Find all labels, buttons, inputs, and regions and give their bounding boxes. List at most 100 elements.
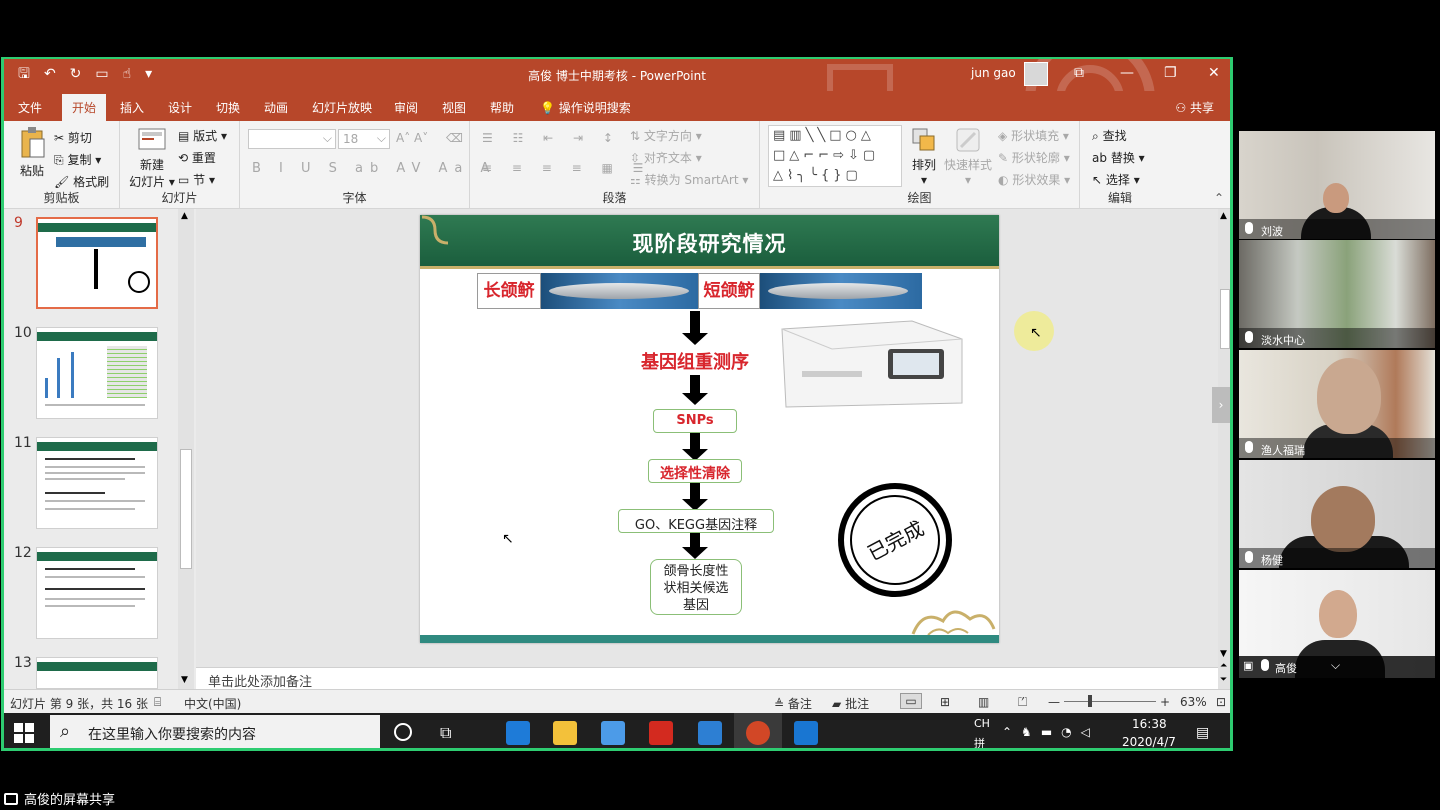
scrollbar-thumb[interactable] [180, 449, 192, 569]
mail-icon[interactable] [698, 721, 722, 745]
file-explorer-icon[interactable] [553, 721, 577, 745]
restore-button[interactable]: ❐ [1164, 65, 1177, 81]
zoom-slider-thumb[interactable] [1088, 695, 1092, 707]
microphone-icon[interactable] [1245, 331, 1253, 343]
tab-help[interactable]: 帮助 [490, 99, 514, 116]
shape-fill-button[interactable]: ◈ 形状填充 ▾ [998, 127, 1069, 144]
new-slide-button[interactable]: 新建 幻灯片 ▾ [128, 125, 176, 190]
align-buttons[interactable]: ≡ ≡ ≡ ≡ ▦ ☰ [482, 161, 651, 175]
spellcheck-icon[interactable]: ⌸ [154, 695, 161, 710]
expand-panel-icon[interactable]: › [1212, 387, 1230, 423]
clear-format-icon[interactable]: ⌫ [446, 131, 463, 145]
chevron-down-icon[interactable]: ⌵ [1331, 658, 1340, 673]
ime-language[interactable]: CH [974, 717, 990, 730]
tab-review[interactable]: 审阅 [394, 99, 418, 116]
participant-tile[interactable]: 杨健 [1239, 460, 1435, 568]
editor-scroll-thumb[interactable] [1220, 289, 1230, 349]
thumbnail-slide[interactable] [36, 547, 158, 639]
tab-design[interactable]: 设计 [168, 99, 192, 116]
user-name[interactable]: jun gao [971, 66, 1016, 80]
task-view-icon[interactable]: ⧉ [440, 723, 451, 743]
align-text-button[interactable]: ⇳ 对齐文本 ▾ [630, 149, 702, 166]
scroll-down-icon[interactable]: ▼ [1220, 649, 1227, 659]
clock-date[interactable]: 2020/4/7 [1122, 735, 1176, 748]
thumbnail-slide[interactable] [36, 327, 158, 419]
store-icon[interactable] [601, 721, 625, 745]
grow-font-icon[interactable]: A˄ A˅ [396, 131, 428, 145]
scroll-up-icon[interactable]: ▲ [1220, 211, 1227, 221]
clock-time[interactable]: 16:38 [1132, 717, 1167, 731]
tab-transitions[interactable]: 切换 [216, 99, 240, 116]
font-style-buttons[interactable]: B I U S ab AV Aa A [252, 161, 496, 176]
select-button[interactable]: ↖ 选择 ▾ [1092, 171, 1140, 188]
microphone-icon[interactable] [1245, 222, 1253, 234]
notification-icon[interactable]: ▤ [1196, 725, 1209, 741]
notes-toggle[interactable]: ≜ 备注 [774, 695, 812, 712]
comments-toggle[interactable]: ▰ 批注 [832, 695, 869, 712]
collapse-ribbon-icon[interactable]: ⌃ [1214, 191, 1224, 205]
cortana-icon[interactable] [394, 723, 412, 741]
tab-file[interactable]: 文件 [18, 99, 42, 116]
reading-view-icon[interactable]: ▥ [978, 695, 989, 709]
shape-outline-button[interactable]: ✎ 形状轮廓 ▾ [998, 149, 1070, 166]
format-painter-button[interactable]: 🖌 格式刷 [54, 173, 109, 190]
shapes-gallery[interactable]: ▤▥╲╲□○△ □△⌐⌐⇨⇩▢ △⌇╮╰{}▢ [768, 125, 902, 187]
normal-view-icon[interactable]: ▭ [900, 693, 922, 709]
text-direction-button[interactable]: ⇅ 文字方向 ▾ [630, 127, 702, 144]
section-button[interactable]: ▭ 节 ▾ [178, 171, 215, 188]
next-slide-icon[interactable]: ⏷ [1220, 675, 1227, 685]
arrange-button[interactable]: 排列 ▾ [908, 127, 940, 187]
ribbon-display-icon[interactable]: ⧉ [1074, 65, 1084, 81]
notes-pane[interactable]: 单击此处添加备注 [196, 667, 1218, 690]
thumbnail-slide[interactable] [36, 657, 158, 689]
user-avatar[interactable] [1024, 62, 1048, 86]
participant-tile[interactable]: 渔人福瑞 [1239, 350, 1435, 458]
replace-button[interactable]: ab 替换 ▾ [1092, 149, 1145, 166]
microphone-icon[interactable] [1261, 659, 1269, 671]
language-indicator[interactable]: 中文(中国) [184, 695, 241, 712]
prev-slide-icon[interactable]: ⏶ [1220, 661, 1227, 671]
cut-button[interactable]: ✂ 剪切 [54, 129, 92, 146]
zoom-in-button[interactable]: + [1160, 695, 1170, 709]
minimize-button[interactable]: — [1120, 65, 1134, 81]
fit-slide-icon[interactable]: ⊡ [1216, 695, 1226, 709]
tell-me-search[interactable]: 💡 操作说明搜索 [540, 99, 631, 116]
tab-view[interactable]: 视图 [442, 99, 466, 116]
reset-button[interactable]: ⟲ 重置 [178, 149, 216, 166]
tab-animations[interactable]: 动画 [264, 99, 288, 116]
participant-tile[interactable]: 淡水中心 [1239, 240, 1435, 348]
font-name-combo[interactable]: ⌵ [248, 129, 336, 149]
list-buttons[interactable]: ☰ ☷ ⇤ ⇥ ↕ [482, 131, 621, 145]
tab-insert[interactable]: 插入 [120, 99, 144, 116]
zoom-out-button[interactable]: — [1048, 695, 1060, 709]
current-slide[interactable]: 现阶段研究情况 长颌鲚 短颌鲚 基因组重测序 SNPs 选择性清除 GO、KEG… [420, 215, 999, 643]
layout-button[interactable]: ▤ 版式 ▾ [178, 127, 227, 144]
tab-home[interactable]: 开始 [62, 94, 107, 121]
scroll-down-icon[interactable]: ▼ [181, 675, 188, 685]
microphone-icon[interactable] [1245, 441, 1253, 453]
slide-sorter-icon[interactable]: ⊞ [940, 695, 950, 709]
copy-button[interactable]: ⎘ 复制 ▾ [54, 151, 101, 168]
thumbnail-slide[interactable] [36, 217, 158, 309]
microphone-icon[interactable] [1245, 551, 1253, 563]
zoom-slider[interactable] [1064, 701, 1156, 702]
meeting-app-icon[interactable] [794, 721, 818, 745]
find-button[interactable]: ⌕ 查找 [1092, 127, 1127, 144]
smartart-button[interactable]: ⚏ 转换为 SmartArt ▾ [630, 171, 748, 188]
editor-scrollbar[interactable]: ▲ › ▼ ⏶ ⏷ [1212, 209, 1230, 689]
shape-effects-button[interactable]: ◐ 形状效果 ▾ [998, 171, 1070, 188]
slideshow-icon[interactable]: ⏍ [1018, 695, 1027, 710]
screen-share-icon[interactable]: ▣ [1243, 659, 1253, 672]
tab-slideshow[interactable]: 幻灯片放映 [312, 99, 372, 116]
taskbar-search[interactable]: ⌕ 在这里输入你要搜索的内容 [50, 715, 380, 748]
zoom-level[interactable]: 63% [1180, 695, 1207, 709]
pdf-reader-icon[interactable] [649, 721, 673, 745]
thumbnail-slide[interactable] [36, 437, 158, 529]
thumbnail-scrollbar[interactable]: ▲ ▼ [178, 209, 194, 689]
powerpoint-icon[interactable] [746, 721, 770, 745]
scroll-up-icon[interactable]: ▲ [181, 211, 188, 221]
share-button[interactable]: ⚇ 共享 [1175, 99, 1214, 116]
participant-tile[interactable]: ▣ 高俊 ⌵ [1239, 570, 1435, 678]
paste-button[interactable]: 粘贴 [14, 127, 50, 187]
font-size-combo[interactable]: 18 ⌵ [338, 129, 390, 149]
